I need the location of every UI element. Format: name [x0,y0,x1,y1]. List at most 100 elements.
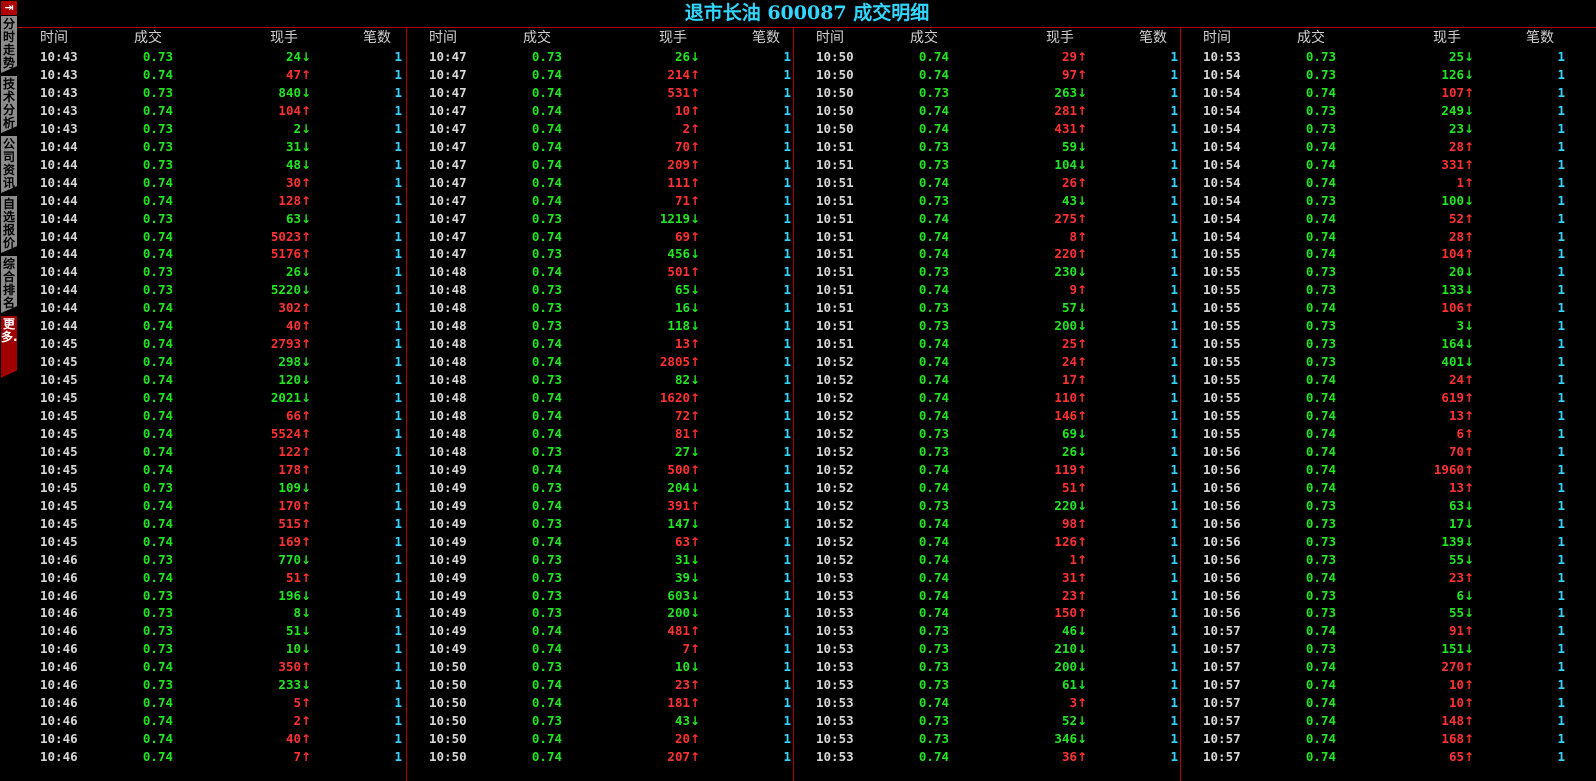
table-row[interactable]: 10:53 0.73 210↓ 1 [794,640,1181,658]
table-row[interactable]: 10:48 0.74 81↑ 1 [407,425,794,443]
table-row[interactable]: 10:55 0.74 13↑ 1 [1181,407,1568,425]
table-row[interactable]: 10:47 0.73 1219↓ 1 [407,210,794,228]
table-row[interactable]: 10:54 0.74 52↑ 1 [1181,210,1568,228]
table-row[interactable]: 10:54 0.74 1↑ 1 [1181,174,1568,192]
table-row[interactable]: 10:44 0.74 128↑ 1 [18,192,405,210]
table-row[interactable]: 10:47 0.74 111↑ 1 [407,174,794,192]
table-row[interactable]: 10:47 0.74 70↑ 1 [407,138,794,156]
table-row[interactable]: 10:51 0.74 25↑ 1 [794,335,1181,353]
table-row[interactable]: 10:50 0.74 23↑ 1 [407,676,794,694]
table-row[interactable]: 10:53 0.73 61↓ 1 [794,676,1181,694]
table-row[interactable]: 10:56 0.73 55↓ 1 [1181,551,1568,569]
table-row[interactable]: 10:46 0.74 5↑ 1 [18,694,405,712]
table-row[interactable]: 10:47 0.74 69↑ 1 [407,228,794,246]
table-row[interactable]: 10:45 0.74 5524↑ 1 [18,425,405,443]
table-row[interactable]: 10:51 0.73 230↓ 1 [794,263,1181,281]
table-row[interactable]: 10:55 0.73 20↓ 1 [1181,263,1568,281]
table-row[interactable]: 10:48 0.74 501↑ 1 [407,263,794,281]
table-row[interactable]: 10:55 0.73 3↓ 1 [1181,317,1568,335]
table-row[interactable]: 10:48 0.73 82↓ 1 [407,371,794,389]
table-row[interactable]: 10:50 0.74 29↑ 1 [794,48,1181,66]
table-row[interactable]: 10:52 0.73 220↓ 1 [794,497,1181,515]
table-row[interactable]: 10:50 0.74 281↑ 1 [794,102,1181,120]
table-row[interactable]: 10:56 0.74 13↑ 1 [1181,479,1568,497]
table-row[interactable]: 10:43 0.74 47↑ 1 [18,66,405,84]
table-row[interactable]: 10:56 0.74 1960↑ 1 [1181,461,1568,479]
table-row[interactable]: 10:51 0.73 200↓ 1 [794,317,1181,335]
table-row[interactable]: 10:50 0.73 43↓ 1 [407,712,794,730]
table-row[interactable]: 10:46 0.74 7↑ 1 [18,748,405,766]
table-row[interactable]: 10:45 0.74 2021↓ 1 [18,389,405,407]
table-row[interactable]: 10:50 0.74 97↑ 1 [794,66,1181,84]
table-row[interactable]: 10:55 0.74 24↑ 1 [1181,371,1568,389]
table-row[interactable]: 10:47 0.74 10↑ 1 [407,102,794,120]
table-row[interactable]: 10:52 0.74 110↑ 1 [794,389,1181,407]
table-row[interactable]: 10:45 0.74 178↑ 1 [18,461,405,479]
table-row[interactable]: 10:44 0.74 5176↑ 1 [18,245,405,263]
table-row[interactable]: 10:55 0.74 6↑ 1 [1181,425,1568,443]
table-row[interactable]: 10:53 0.73 46↓ 1 [794,622,1181,640]
table-row[interactable]: 10:57 0.74 91↑ 1 [1181,622,1568,640]
table-row[interactable]: 10:51 0.74 8↑ 1 [794,228,1181,246]
tab-watchlist[interactable]: 自选报价 [1,196,17,253]
table-row[interactable]: 10:51 0.73 59↓ 1 [794,138,1181,156]
table-row[interactable]: 10:53 0.73 52↓ 1 [794,712,1181,730]
table-row[interactable]: 10:44 0.73 26↓ 1 [18,263,405,281]
table-row[interactable]: 10:47 0.74 71↑ 1 [407,192,794,210]
table-row[interactable]: 10:50 0.74 431↑ 1 [794,120,1181,138]
table-row[interactable]: 10:47 0.74 531↑ 1 [407,84,794,102]
table-row[interactable]: 10:51 0.73 57↓ 1 [794,299,1181,317]
table-row[interactable]: 10:47 0.74 2↑ 1 [407,120,794,138]
table-row[interactable]: 10:48 0.74 1620↑ 1 [407,389,794,407]
table-row[interactable]: 10:52 0.74 51↑ 1 [794,479,1181,497]
table-row[interactable]: 10:44 0.73 5220↓ 1 [18,281,405,299]
table-row[interactable]: 10:52 0.74 98↑ 1 [794,515,1181,533]
table-row[interactable]: 10:49 0.74 391↑ 1 [407,497,794,515]
table-row[interactable]: 10:51 0.74 26↑ 1 [794,174,1181,192]
table-row[interactable]: 10:57 0.74 65↑ 1 [1181,748,1568,766]
table-row[interactable]: 10:55 0.73 164↓ 1 [1181,335,1568,353]
table-row[interactable]: 10:57 0.74 10↑ 1 [1181,676,1568,694]
table-row[interactable]: 10:50 0.73 263↓ 1 [794,84,1181,102]
table-row[interactable]: 10:57 0.74 10↑ 1 [1181,694,1568,712]
table-row[interactable]: 10:45 0.74 169↑ 1 [18,533,405,551]
table-row[interactable]: 10:51 0.74 220↑ 1 [794,245,1181,263]
table-row[interactable]: 10:48 0.74 2805↑ 1 [407,353,794,371]
table-row[interactable]: 10:45 0.74 170↑ 1 [18,497,405,515]
table-row[interactable]: 10:56 0.73 55↓ 1 [1181,604,1568,622]
table-row[interactable]: 10:46 0.73 8↓ 1 [18,604,405,622]
table-row[interactable]: 10:47 0.74 209↑ 1 [407,156,794,174]
tab-company-info[interactable]: 公司资讯 [1,136,17,193]
exit-icon[interactable]: ⇥ [1,1,17,15]
table-row[interactable]: 10:52 0.74 24↑ 1 [794,353,1181,371]
table-row[interactable]: 10:48 0.73 65↓ 1 [407,281,794,299]
table-row[interactable]: 10:48 0.74 13↑ 1 [407,335,794,353]
table-row[interactable]: 10:49 0.73 31↓ 1 [407,551,794,569]
table-row[interactable]: 10:49 0.73 39↓ 1 [407,569,794,587]
table-row[interactable]: 10:43 0.74 104↑ 1 [18,102,405,120]
table-row[interactable]: 10:57 0.73 151↓ 1 [1181,640,1568,658]
table-row[interactable]: 10:56 0.73 17↓ 1 [1181,515,1568,533]
table-row[interactable]: 10:46 0.73 51↓ 1 [18,622,405,640]
table-row[interactable]: 10:44 0.73 48↓ 1 [18,156,405,174]
table-row[interactable]: 10:49 0.74 63↑ 1 [407,533,794,551]
table-row[interactable]: 10:54 0.74 28↑ 1 [1181,228,1568,246]
table-row[interactable]: 10:44 0.73 31↓ 1 [18,138,405,156]
table-row[interactable]: 10:53 0.74 3↑ 1 [794,694,1181,712]
table-row[interactable]: 10:45 0.74 66↑ 1 [18,407,405,425]
table-row[interactable]: 10:56 0.73 6↓ 1 [1181,587,1568,605]
table-row[interactable]: 10:52 0.74 1↑ 1 [794,551,1181,569]
table-row[interactable]: 10:46 0.74 51↑ 1 [18,569,405,587]
table-row[interactable]: 10:53 0.74 23↑ 1 [794,587,1181,605]
table-row[interactable]: 10:44 0.73 63↓ 1 [18,210,405,228]
table-row[interactable]: 10:50 0.74 20↑ 1 [407,730,794,748]
table-row[interactable]: 10:48 0.73 27↓ 1 [407,443,794,461]
table-row[interactable]: 10:49 0.73 603↓ 1 [407,587,794,605]
table-row[interactable]: 10:49 0.74 500↑ 1 [407,461,794,479]
table-row[interactable]: 10:46 0.73 770↓ 1 [18,551,405,569]
table-row[interactable]: 10:52 0.74 17↑ 1 [794,371,1181,389]
table-row[interactable]: 10:49 0.74 481↑ 1 [407,622,794,640]
table-row[interactable]: 10:49 0.73 147↓ 1 [407,515,794,533]
table-row[interactable]: 10:45 0.74 2793↑ 1 [18,335,405,353]
table-row[interactable]: 10:47 0.73 456↓ 1 [407,245,794,263]
